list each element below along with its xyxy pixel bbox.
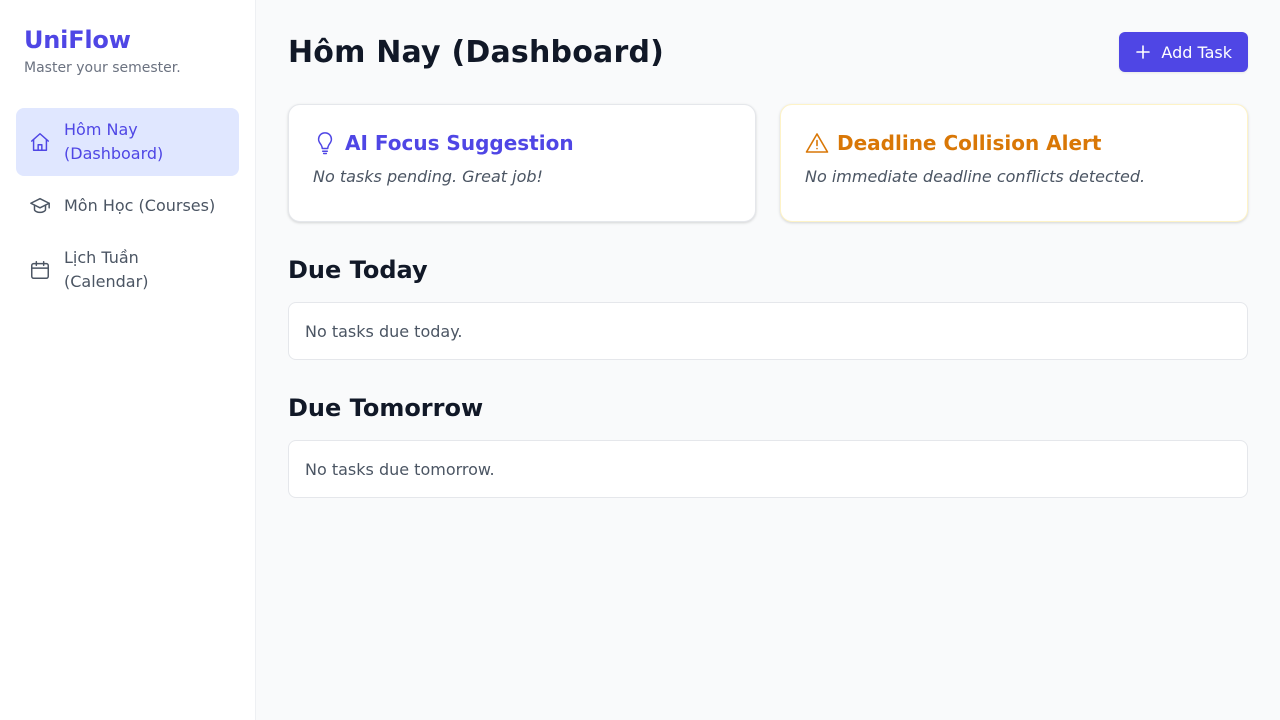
deadline-alert-card: Deadline Collision Alert No immediate de… xyxy=(780,104,1248,222)
due-tomorrow-empty-state: No tasks due tomorrow. xyxy=(288,440,1248,498)
deadline-alert-text: No immediate deadline conflicts detected… xyxy=(805,167,1146,186)
sidebar-nav: Hôm Nay (Dashboard) Môn Học (Courses) Lị… xyxy=(16,108,239,304)
ai-focus-text: No tasks pending. Great job! xyxy=(313,167,543,186)
app-tagline: Master your semester. xyxy=(24,60,181,76)
sidebar-item-label: Hôm Nay (Dashboard) xyxy=(64,120,164,163)
app-root: UniFlow Master your semester. Hôm Nay (D… xyxy=(0,0,1280,720)
deadline-alert-title: Deadline Collision Alert xyxy=(837,131,1102,155)
ai-focus-title: AI Focus Suggestion xyxy=(345,131,574,155)
app-logo: UniFlow xyxy=(24,26,131,54)
add-task-button[interactable]: Add Task xyxy=(1119,32,1248,72)
sidebar-item-label: Lịch Tuần (Calendar) xyxy=(64,248,149,291)
add-task-label: Add Task xyxy=(1161,42,1232,62)
graduation-cap-icon xyxy=(28,194,52,218)
insight-cards: AI Focus Suggestion No tasks pending. Gr… xyxy=(288,104,1248,222)
due-tomorrow-heading: Due Tomorrow xyxy=(288,394,484,422)
ai-focus-card-header: AI Focus Suggestion xyxy=(313,129,731,157)
sidebar-item-courses[interactable]: Môn Học (Courses) xyxy=(16,184,239,228)
main-content: Hôm Nay (Dashboard) Add Task AI Focus Su… xyxy=(256,0,1280,720)
sidebar: UniFlow Master your semester. Hôm Nay (D… xyxy=(0,0,256,720)
deadline-alert-header: Deadline Collision Alert xyxy=(805,129,1223,157)
page-header: Hôm Nay (Dashboard) Add Task xyxy=(288,32,1248,72)
sidebar-item-dashboard[interactable]: Hôm Nay (Dashboard) xyxy=(16,108,239,176)
sidebar-item-calendar[interactable]: Lịch Tuần (Calendar) xyxy=(16,236,239,304)
sidebar-item-label: Môn Học (Courses) xyxy=(64,196,216,215)
ai-focus-card: AI Focus Suggestion No tasks pending. Gr… xyxy=(288,104,756,222)
calendar-icon xyxy=(28,258,52,282)
lightbulb-icon xyxy=(313,131,337,155)
plus-icon xyxy=(1135,44,1151,60)
due-today-empty-state: No tasks due today. xyxy=(288,302,1248,360)
page-title: Hôm Nay (Dashboard) xyxy=(288,34,665,70)
warning-icon xyxy=(805,131,829,155)
home-icon xyxy=(28,130,52,154)
due-today-heading: Due Today xyxy=(288,256,428,284)
